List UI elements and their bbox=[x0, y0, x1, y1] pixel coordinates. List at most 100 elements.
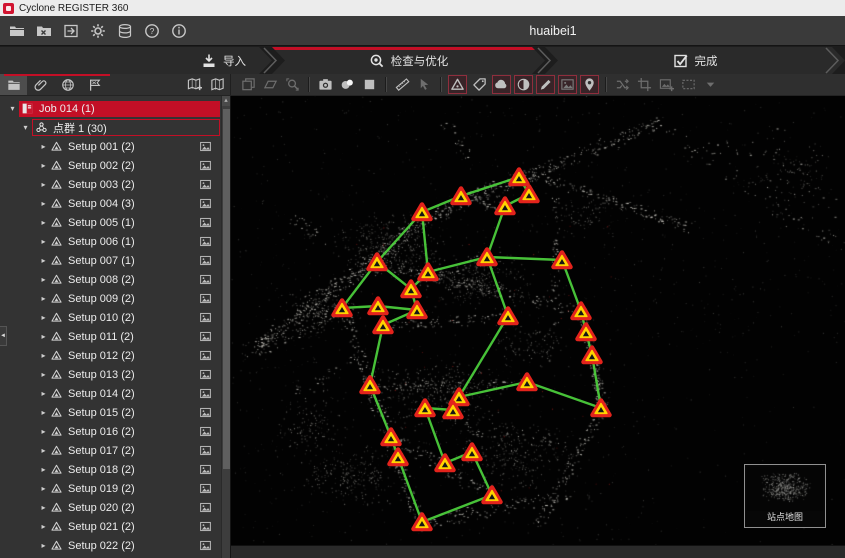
chevron-right-icon[interactable]: ▸ bbox=[37, 465, 50, 474]
plane-view-button[interactable] bbox=[261, 75, 280, 94]
map-viewport[interactable]: 站点地图 bbox=[231, 96, 845, 558]
setup-marker[interactable] bbox=[593, 401, 610, 416]
chevron-right-icon[interactable]: ▸ bbox=[37, 503, 50, 512]
chevron-right-icon[interactable]: ▸ bbox=[37, 351, 50, 360]
tree-row-setup[interactable]: ▸Setup 015 (2) bbox=[0, 403, 221, 422]
tree-row-setup[interactable]: ▸Setup 016 (2) bbox=[0, 422, 221, 441]
setup-marker[interactable] bbox=[484, 488, 501, 503]
setup-marker[interactable] bbox=[453, 189, 470, 204]
color-mode-button[interactable] bbox=[338, 75, 357, 94]
chevron-right-icon[interactable]: ▸ bbox=[37, 161, 50, 170]
chevron-right-icon[interactable]: ▸ bbox=[37, 522, 50, 531]
annotate-pencil-button[interactable] bbox=[536, 75, 555, 94]
setup-marker[interactable] bbox=[578, 325, 595, 340]
setup-marker[interactable] bbox=[390, 450, 407, 465]
chevron-right-icon[interactable]: ▸ bbox=[37, 218, 50, 227]
tree-row-setup[interactable]: ▸Setup 002 (2) bbox=[0, 156, 221, 175]
tree-row-setup[interactable]: ▸Setup 011 (2) bbox=[0, 327, 221, 346]
tree-row-setup[interactable]: ▸Setup 014 (2) bbox=[0, 384, 221, 403]
chevron-right-icon[interactable]: ▸ bbox=[37, 256, 50, 265]
setup-marker[interactable] bbox=[573, 304, 590, 319]
panel-tab-folder-tab[interactable] bbox=[0, 74, 27, 95]
setup-marker[interactable] bbox=[414, 205, 431, 220]
setup-marker[interactable] bbox=[375, 318, 392, 333]
add-image-button[interactable] bbox=[657, 75, 676, 94]
setup-marker[interactable] bbox=[497, 199, 514, 214]
workflow-tab-1[interactable]: 导入 bbox=[0, 47, 272, 74]
chevron-right-icon[interactable]: ▸ bbox=[37, 446, 50, 455]
setup-marker[interactable] bbox=[437, 456, 454, 471]
chevron-right-icon[interactable]: ▸ bbox=[37, 142, 50, 151]
setup-marker[interactable] bbox=[409, 303, 426, 318]
chevron-right-icon[interactable]: ▸ bbox=[37, 313, 50, 322]
tree-row-setup[interactable]: ▸Setup 001 (2) bbox=[0, 137, 221, 156]
close-project-button[interactable] bbox=[34, 21, 54, 41]
setup-marker[interactable] bbox=[334, 301, 351, 316]
chevron-right-icon[interactable]: ▸ bbox=[37, 294, 50, 303]
zoom-fit-button[interactable] bbox=[283, 75, 302, 94]
about-button[interactable] bbox=[169, 21, 189, 41]
rect-select-button[interactable] bbox=[679, 75, 698, 94]
setup-marker[interactable] bbox=[362, 378, 379, 393]
show-cloud-button[interactable] bbox=[492, 75, 511, 94]
setup-marker[interactable] bbox=[420, 265, 437, 280]
show-setups-button[interactable] bbox=[448, 75, 467, 94]
setup-marker[interactable] bbox=[464, 445, 481, 460]
tree-row-setup[interactable]: ▸Setup 009 (2) bbox=[0, 289, 221, 308]
tree-row-job[interactable]: ▾Job 014 (1) bbox=[0, 99, 221, 118]
workflow-tab-2[interactable]: 检查与优化 bbox=[272, 47, 545, 74]
tree-row-setup[interactable]: ▸Setup 003 (2) bbox=[0, 175, 221, 194]
copy-view-button[interactable] bbox=[239, 75, 258, 94]
tree-row-setup[interactable]: ▸Setup 013 (2) bbox=[0, 365, 221, 384]
chevron-right-icon[interactable]: ▸ bbox=[37, 332, 50, 341]
chevron-right-icon[interactable]: ▸ bbox=[37, 275, 50, 284]
solid-view-button[interactable] bbox=[360, 75, 379, 94]
panel-collapse-handle[interactable]: ◄ bbox=[0, 326, 7, 346]
chevron-down-icon[interactable]: ▾ bbox=[6, 104, 19, 113]
import-export-button[interactable] bbox=[61, 21, 81, 41]
setup-marker[interactable] bbox=[370, 299, 387, 314]
chevron-right-icon[interactable]: ▸ bbox=[37, 389, 50, 398]
minimap[interactable]: 站点地图 bbox=[744, 464, 826, 528]
setup-marker[interactable] bbox=[383, 430, 400, 445]
tree-row-setup[interactable]: ▸Setup 010 (2) bbox=[0, 308, 221, 327]
chevron-right-icon[interactable]: ▸ bbox=[37, 370, 50, 379]
tree-row-bundle[interactable]: ▾点群 1 (30) bbox=[0, 118, 221, 137]
tree-row-setup[interactable]: ▸Setup 022 (2) bbox=[0, 536, 221, 555]
setup-marker[interactable] bbox=[414, 515, 431, 530]
auto-link-button[interactable] bbox=[613, 75, 632, 94]
chevron-down-icon[interactable]: ▾ bbox=[19, 123, 32, 132]
setup-marker[interactable] bbox=[554, 253, 571, 268]
tree-row-setup[interactable]: ▸Setup 006 (1) bbox=[0, 232, 221, 251]
panel-tab-globe[interactable] bbox=[54, 74, 81, 95]
caret-down-button[interactable] bbox=[701, 75, 720, 94]
tree-row-setup[interactable]: ▸Setup 018 (2) bbox=[0, 460, 221, 479]
chevron-right-icon[interactable]: ▸ bbox=[37, 427, 50, 436]
camera-button[interactable] bbox=[316, 75, 335, 94]
sitemap-add-button[interactable] bbox=[185, 75, 204, 94]
panel-tab-paperclip[interactable] bbox=[27, 74, 54, 95]
show-targets-button[interactable] bbox=[514, 75, 533, 94]
tree-row-setup[interactable]: ▸Setup 019 (2) bbox=[0, 479, 221, 498]
workflow-tab-3[interactable]: 完成 bbox=[545, 47, 845, 74]
chevron-right-icon[interactable]: ▸ bbox=[37, 199, 50, 208]
settings-button[interactable] bbox=[88, 21, 108, 41]
setup-marker[interactable] bbox=[584, 348, 601, 363]
setup-marker[interactable] bbox=[519, 375, 536, 390]
tree-row-setup[interactable]: ▸Setup 017 (2) bbox=[0, 441, 221, 460]
setup-marker[interactable] bbox=[521, 187, 538, 202]
select-cursor-button[interactable] bbox=[415, 75, 434, 94]
show-geotags-button[interactable] bbox=[580, 75, 599, 94]
setup-marker[interactable] bbox=[417, 401, 434, 416]
help-button[interactable]: ? bbox=[142, 21, 162, 41]
panel-tab-control-flag[interactable] bbox=[81, 74, 108, 95]
setup-marker[interactable] bbox=[511, 170, 528, 185]
setup-marker[interactable] bbox=[500, 309, 517, 324]
tree-row-setup[interactable]: ▸Setup 020 (2) bbox=[0, 498, 221, 517]
sitemap-view-button[interactable] bbox=[208, 75, 227, 94]
tree-row-setup[interactable]: ▸Setup 012 (2) bbox=[0, 346, 221, 365]
tree-scrollbar[interactable]: ▴ bbox=[221, 96, 230, 558]
tree-row-setup[interactable]: ▸Setup 007 (1) bbox=[0, 251, 221, 270]
chevron-right-icon[interactable]: ▸ bbox=[37, 541, 50, 550]
tree-row-setup[interactable]: ▸Setup 008 (2) bbox=[0, 270, 221, 289]
